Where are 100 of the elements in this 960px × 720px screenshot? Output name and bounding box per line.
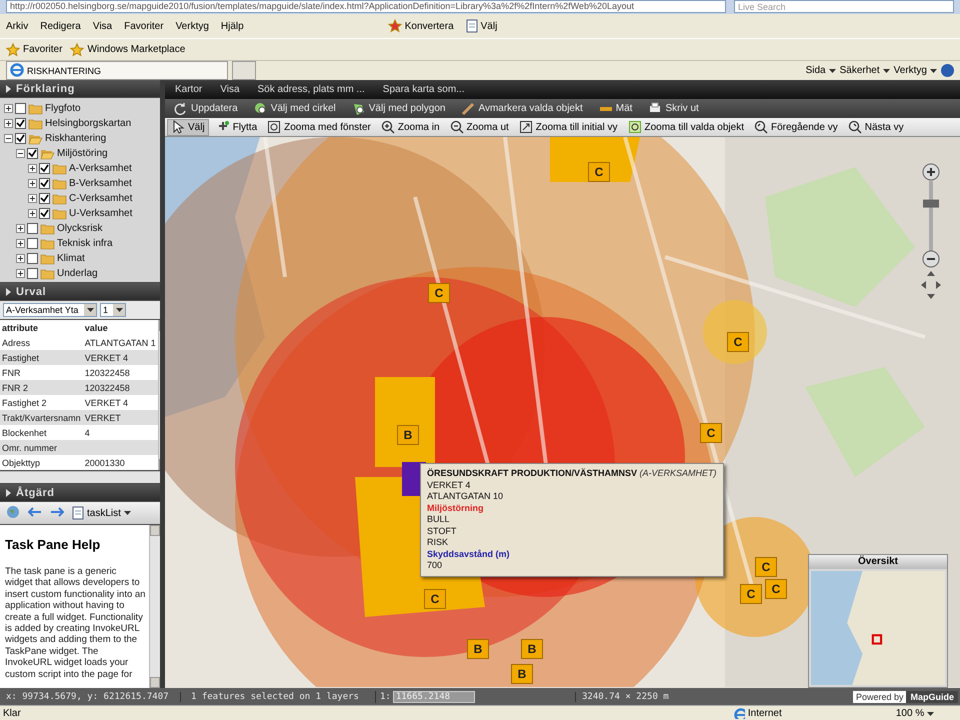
menu-item[interactable]: Hjälp <box>220 20 244 32</box>
layer-label[interactable]: Klimat <box>57 253 85 264</box>
map-marker[interactable]: C <box>588 162 610 182</box>
menu-item[interactable]: Favoriter <box>124 20 164 32</box>
layer-checkbox[interactable] <box>27 253 38 264</box>
menu-item[interactable]: Visa <box>220 84 240 95</box>
toolbar-button[interactable]: Avmarkera valda objekt <box>458 100 586 117</box>
zoom-in-button[interactable] <box>922 164 940 180</box>
scrollbar[interactable] <box>149 525 160 688</box>
layer-checkbox[interactable] <box>39 193 50 204</box>
command-button[interactable]: Sida <box>806 65 836 76</box>
map-marker[interactable]: C <box>428 283 450 303</box>
layer-label[interactable]: Flygfoto <box>45 103 81 114</box>
layer-checkbox[interactable] <box>27 148 38 159</box>
map-marker[interactable]: B <box>397 425 419 445</box>
expand-icon[interactable] <box>16 269 25 278</box>
layer-checkbox[interactable] <box>15 103 26 114</box>
toolbar-button[interactable]: Zooma till initial vy <box>516 118 620 136</box>
menu-item[interactable]: Arkiv <box>6 20 28 32</box>
powered-by-logo[interactable]: Powered by MapGuide <box>852 689 958 704</box>
back-arrow-icon[interactable] <box>28 506 42 520</box>
panel-header[interactable]: Åtgärd <box>0 484 160 501</box>
map-marker[interactable]: C <box>424 589 446 609</box>
toolbar-button[interactable]: Välj med polygon <box>348 100 448 117</box>
layer-label[interactable]: A-Verksamhet <box>69 163 132 174</box>
expand-icon[interactable] <box>16 224 25 233</box>
map-marker[interactable]: B <box>521 639 543 659</box>
menu-item[interactable]: Verktyg <box>176 20 209 32</box>
toolbar-button[interactable]: Välj <box>167 118 209 136</box>
forward-arrow-icon[interactable] <box>50 506 64 520</box>
expand-icon[interactable] <box>4 119 13 128</box>
layer-label[interactable]: Teknisk infra <box>57 238 113 249</box>
layer-label[interactable]: U-Verksamhet <box>69 208 132 219</box>
expand-icon[interactable] <box>16 254 25 263</box>
toolbar-button[interactable]: Nästa vy <box>844 118 907 136</box>
toolbar-button[interactable]: Välj <box>466 19 498 33</box>
menu-item[interactable]: Sök adress, plats mm ... <box>258 84 365 95</box>
menu-item[interactable]: Spara karta som... <box>382 84 464 95</box>
zoom-slider[interactable] <box>923 181 939 251</box>
expand-icon[interactable] <box>28 164 37 173</box>
toolbar-button[interactable]: Skriv ut <box>645 100 702 117</box>
layer-label[interactable]: Olycksrisk <box>57 223 103 234</box>
expand-icon[interactable] <box>16 239 25 248</box>
toolbar-button[interactable]: Zooma in <box>378 118 443 136</box>
page-dropdown[interactable]: 1 <box>100 303 126 317</box>
layer-label[interactable]: Helsingborgskartan <box>45 118 132 129</box>
map-marker[interactable]: C <box>727 332 749 352</box>
map-marker[interactable]: C <box>700 423 722 443</box>
menu-item[interactable]: Visa <box>92 20 112 32</box>
map-marker[interactable]: C <box>755 557 777 577</box>
toolbar-button[interactable]: Konvertera <box>388 19 454 33</box>
toolbar-button[interactable]: Zooma med fönster <box>264 118 374 136</box>
layer-dropdown[interactable]: A-Verksamhet Yta <box>3 303 97 317</box>
expand-icon[interactable] <box>28 179 37 188</box>
toolbar-button[interactable]: Föregående vy <box>751 118 841 136</box>
layer-label[interactable]: Miljöstöring <box>57 148 108 159</box>
toolbar-button[interactable]: Flytta <box>212 118 260 136</box>
next-view-icon <box>848 120 862 134</box>
layer-checkbox[interactable] <box>27 238 38 249</box>
favorite-link[interactable]: Windows Marketplace <box>70 42 186 56</box>
search-field[interactable]: Live Search <box>734 0 954 13</box>
map-marker[interactable]: B <box>511 664 533 684</box>
layer-checkbox[interactable] <box>27 223 38 234</box>
panel-header[interactable]: Förklaring <box>0 80 160 97</box>
toolbar-button[interactable]: Mät <box>596 100 636 117</box>
toolbar-button[interactable]: Uppdatera <box>171 100 241 117</box>
layer-checkbox[interactable] <box>39 208 50 219</box>
layer-label[interactable]: Underlag <box>57 268 98 279</box>
toolbar-button[interactable]: Zooma till valda objekt <box>624 118 747 136</box>
command-button[interactable]: Säkerhet <box>840 65 890 76</box>
expand-icon[interactable] <box>28 194 37 203</box>
expand-icon[interactable] <box>4 104 13 113</box>
toolbar-button[interactable]: Välj med cirkel <box>250 100 339 117</box>
map-marker[interactable]: B <box>467 639 489 659</box>
pan-arrows-icon[interactable] <box>921 271 941 299</box>
layer-checkbox[interactable] <box>39 163 50 174</box>
layer-label[interactable]: Riskhantering <box>45 133 106 144</box>
map-marker[interactable]: C <box>740 584 762 604</box>
collapse-icon[interactable] <box>16 149 25 158</box>
menu-item[interactable]: Redigera <box>40 20 81 32</box>
slider-thumb[interactable] <box>923 200 939 208</box>
browser-tab[interactable]: RISKHANTERING <box>6 61 228 80</box>
scrollbar[interactable] <box>0 471 160 483</box>
layer-checkbox[interactable] <box>15 133 26 144</box>
layer-checkbox[interactable] <box>39 178 50 189</box>
layer-label[interactable]: C-Verksamhet <box>69 193 132 204</box>
layer-checkbox[interactable] <box>15 118 26 129</box>
address-field[interactable]: http://r002050.helsingborg.se/mapguide2010/fusion/templates/mapguide/slate/index.html?ApplicationDefinition=Library%3a%2f%2fIntern%2fWeb%20Layout <box>6 0 726 13</box>
menu-item[interactable]: Kartor <box>175 84 202 95</box>
command-button[interactable]: Verktyg <box>894 65 937 76</box>
favorites-button[interactable]: Favoriter <box>6 42 62 56</box>
layer-label[interactable]: B-Verksamhet <box>69 178 132 189</box>
zoom-out-button[interactable] <box>922 250 940 268</box>
layer-checkbox[interactable] <box>27 268 38 279</box>
panel-header[interactable]: Urval <box>0 283 160 300</box>
map-marker[interactable]: C <box>765 579 787 599</box>
expand-icon[interactable] <box>28 209 37 218</box>
collapse-icon[interactable] <box>4 134 13 143</box>
toolbar-button[interactable]: Zooma ut <box>446 118 512 136</box>
zoom-level-button[interactable]: 100 % <box>890 707 940 720</box>
